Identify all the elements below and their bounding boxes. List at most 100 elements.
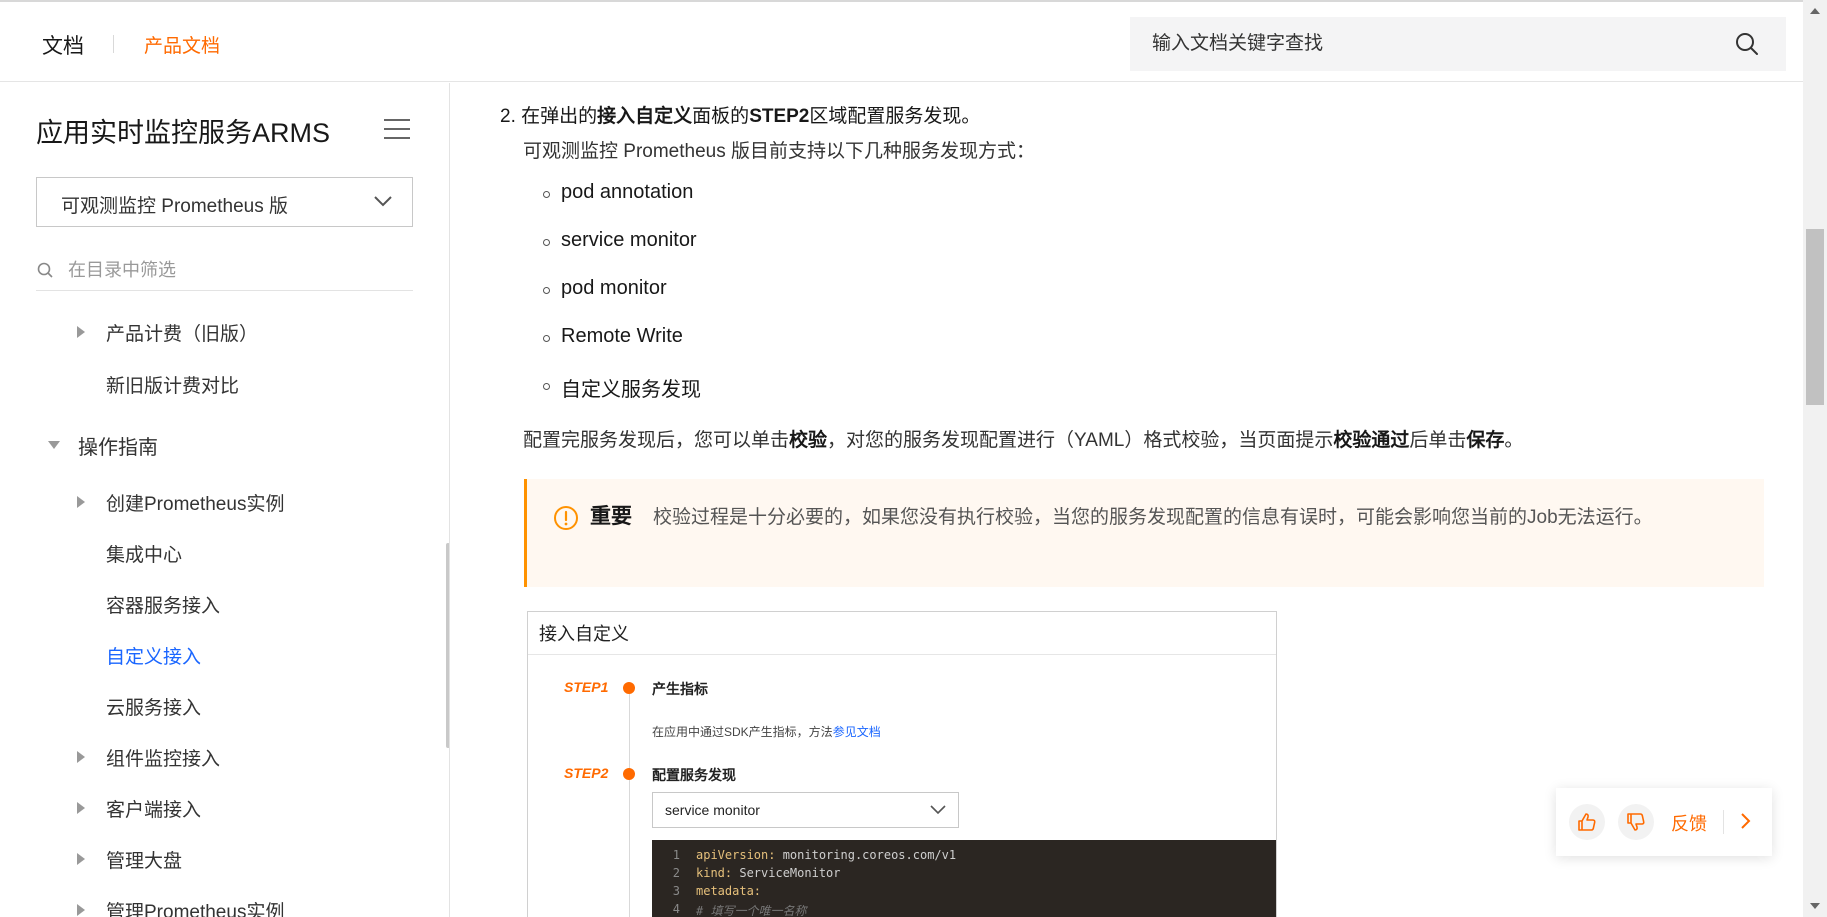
discovery-type-value: service monitor	[665, 802, 760, 818]
after-config-paragraph: 配置完服务发现后，您可以单击校验，对您的服务发现配置进行（YAML）格式校验，当…	[523, 425, 1523, 452]
list-item: pod annotation	[523, 181, 923, 211]
step-number: 2.	[500, 106, 516, 127]
discovery-type-select[interactable]: service monitor	[652, 792, 959, 828]
expand-arrow-icon	[77, 326, 85, 338]
expand-arrow-icon	[77, 853, 85, 865]
sidebar-item-manage-dashboard[interactable]: 管理大盘	[0, 840, 440, 876]
list-item-text: pod monitor	[561, 277, 667, 299]
thumbs-up-button[interactable]	[1569, 804, 1605, 840]
step-timeline	[629, 694, 630, 917]
sidebar-item-label: 组件监控接入	[106, 749, 221, 770]
see-docs-link[interactable]: 参见文档	[833, 725, 881, 739]
sidebar-item-label: 自定义接入	[106, 647, 202, 668]
bullet-icon	[543, 287, 550, 294]
line-number: 4	[672, 902, 680, 916]
code-text: # 填写一个唯一名称	[696, 902, 806, 917]
sidebar-item-billing-old[interactable]: 产品计费（旧版）	[0, 313, 440, 349]
sidebar-item-custom-access[interactable]: 自定义接入	[0, 636, 440, 672]
top-header: 文档 产品文档	[0, 0, 1803, 82]
sidebar-scrollbar[interactable]	[446, 543, 449, 748]
expand-arrow-icon	[77, 904, 85, 916]
sidebar-item-label: 产品计费（旧版）	[106, 324, 259, 345]
yaml-key: kind:	[696, 866, 733, 880]
list-item-text: service monitor	[561, 229, 697, 251]
notice-title: 重要	[590, 505, 632, 528]
bold-text: 校验	[789, 430, 828, 451]
menu-icon[interactable]	[384, 118, 410, 140]
scrollbar-thumb[interactable]	[1806, 229, 1824, 405]
sidebar-item-label: 新旧版计费对比	[106, 376, 240, 397]
sidebar-item-label: 云服务接入	[106, 698, 202, 719]
code-text: apiVersion: monitoring.coreos.com/v1	[696, 848, 956, 862]
divider	[528, 654, 1276, 655]
thumbs-down-icon	[1627, 813, 1645, 831]
sidebar-item-operation-guide[interactable]: 操作指南	[0, 425, 440, 461]
header-divider	[113, 35, 114, 53]
list-item-text: Remote Write	[561, 325, 683, 347]
search-icon[interactable]	[1734, 31, 1760, 57]
product-docs-link[interactable]: 产品文档	[144, 31, 220, 58]
step1-label: STEP1	[564, 679, 609, 695]
doc-search-input[interactable]	[1152, 17, 1712, 71]
yaml-key: apiVersion:	[696, 848, 776, 862]
code-line: 4 # 填写一个唯一名称	[652, 902, 1276, 917]
sidebar-item-label: 客户端接入	[106, 800, 202, 821]
chevron-down-icon	[930, 805, 946, 815]
list-item: service monitor	[523, 229, 923, 259]
brand-logo[interactable]: 文档	[42, 30, 84, 60]
yaml-key: metadata:	[696, 884, 762, 898]
scroll-down-arrow-icon[interactable]	[1810, 903, 1820, 909]
code-line: 2 kind: ServiceMonitor	[652, 866, 1276, 884]
toc-filter	[36, 251, 413, 291]
sidebar-item-label: 创建Prometheus实例	[106, 494, 285, 515]
text: 。	[1504, 430, 1524, 451]
text: 在弹出的	[521, 106, 598, 127]
scroll-up-arrow-icon[interactable]	[1810, 8, 1820, 14]
sidebar-item-manage-instance[interactable]: 管理Prometheus实例	[0, 891, 440, 917]
step1-heading: 产生指标	[652, 681, 708, 697]
bold-text: 校验通过	[1333, 430, 1410, 451]
step1-dot	[623, 682, 635, 694]
yaml-editor[interactable]: 1 apiVersion: monitoring.coreos.com/v1 2 k…	[652, 840, 1276, 917]
sidebar-item-integration-center[interactable]: 集成中心	[0, 534, 440, 570]
sidebar-item-cloud-service-access[interactable]: 云服务接入	[0, 687, 440, 723]
code-text: kind: ServiceMonitor	[696, 866, 841, 880]
toc-filter-input[interactable]	[68, 255, 398, 285]
page-scrollbar[interactable]	[1803, 0, 1827, 917]
sidebar-item-label: 管理大盘	[106, 851, 183, 872]
sidebar-item-client-access[interactable]: 客户端接入	[0, 789, 440, 825]
collapse-arrow-icon	[48, 441, 60, 449]
thumbs-up-icon	[1578, 813, 1596, 831]
sidebar-item-label: 容器服务接入	[106, 596, 221, 617]
text: 面板的	[692, 106, 750, 127]
yaml-comment: # 填写一个唯一名称	[696, 904, 807, 917]
step-2-heading: 2. 在弹出的接入自定义面板的STEP2区域配置服务发现。	[500, 101, 980, 128]
important-notice: 重要 校验过程是十分必要的，如果您没有执行校验，当您的服务发现配置的信息有误时，…	[524, 479, 1764, 587]
line-number: 2	[672, 866, 680, 880]
list-item: pod monitor	[523, 277, 923, 307]
list-item: Remote Write	[523, 325, 923, 355]
product-version-select[interactable]: 可观测监控 Prometheus 版	[36, 177, 413, 227]
warning-icon	[554, 506, 578, 530]
chevron-right-icon[interactable]	[1740, 812, 1752, 830]
sidebar-item-label: 操作指南	[78, 437, 158, 459]
feedback-button[interactable]: 反馈	[1671, 810, 1707, 836]
list-item-text: pod annotation	[561, 181, 694, 203]
bullet-icon	[543, 383, 550, 390]
bullet-icon	[543, 191, 550, 198]
sidebar-item-create-instance[interactable]: 创建Prometheus实例	[0, 483, 440, 519]
step2-label: STEP2	[564, 765, 609, 781]
line-number: 3	[672, 884, 680, 898]
text: 区域配置服务发现。	[809, 106, 981, 127]
list-item-text: 自定义服务发现	[561, 379, 701, 401]
step2-heading: 配置服务发现	[652, 767, 736, 783]
text: ，对您的服务发现配置进行（YAML）格式校验，当页面提示	[827, 430, 1334, 451]
sidebar-item-container-access[interactable]: 容器服务接入	[0, 585, 440, 621]
thumbs-down-button[interactable]	[1618, 804, 1654, 840]
sidebar-item-billing-compare[interactable]: 新旧版计费对比	[0, 365, 440, 401]
step2-dot	[623, 768, 635, 780]
sidebar-title: 应用实时监控服务ARMS	[36, 118, 331, 148]
text: 配置完服务发现后，您可以单击	[523, 430, 790, 451]
sidebar: 应用实时监控服务ARMS 可观测监控 Prometheus 版 产品计费（旧版）…	[0, 83, 450, 917]
sidebar-item-component-monitoring[interactable]: 组件监控接入	[0, 738, 440, 774]
